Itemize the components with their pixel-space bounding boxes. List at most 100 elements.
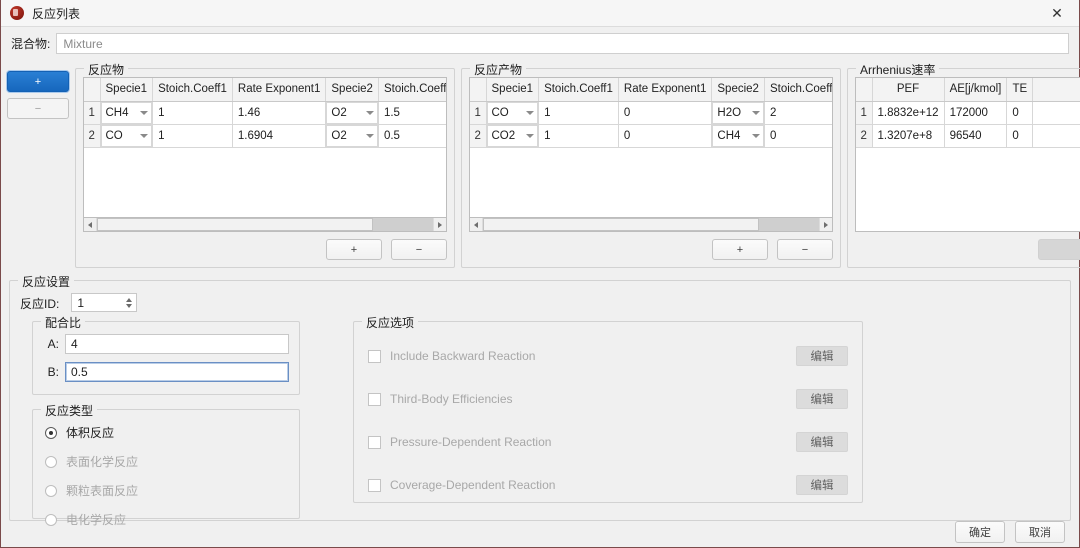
arrhenius-col-1[interactable]: PEF [872, 78, 945, 102]
arrhenius-ae-cell[interactable]: 172000 [944, 101, 1008, 125]
product-rateexp1-cell[interactable]: 0 [618, 101, 713, 125]
radio-icon[interactable] [45, 513, 57, 526]
scroll-right-icon[interactable] [433, 218, 446, 231]
table-row[interactable]: 1 CO 1 0 H2O 2 0 [470, 101, 832, 125]
table-row[interactable]: 1 CH4 1 1.46 O2 1.5 0.5217 [84, 101, 446, 125]
reactant-rateexp1-cell[interactable]: 1.46 [232, 101, 327, 125]
reactant-specie1-cell[interactable]: CO [100, 124, 154, 148]
scroll-thumb[interactable] [97, 218, 373, 231]
arrhenius-te-cell[interactable]: 0 [1006, 124, 1034, 148]
cancel-button[interactable]: 取消 [1015, 521, 1065, 543]
scroll-left-icon[interactable] [84, 218, 97, 231]
product-stoich1-cell[interactable]: 1 [538, 101, 619, 125]
checkbox-icon[interactable] [368, 435, 381, 449]
arrhenius-te-cell[interactable]: 0 [1006, 101, 1034, 125]
reactant-specie2-cell[interactable]: O2 [325, 101, 379, 125]
scroll-left-icon[interactable] [470, 218, 483, 231]
reactants-col-3[interactable]: Rate Exponent1 [232, 78, 327, 102]
arrhenius-table-wrap[interactable]: PEF AE[j/kmol] TE 1 1.8832e+12 172000 0 [855, 77, 1080, 232]
ratio-b-input[interactable]: 0.5 [65, 362, 289, 382]
reactants-hscrollbar[interactable] [83, 218, 447, 232]
products-col-2[interactable]: Stoich.Coeff1 [538, 78, 619, 102]
arrhenius-table[interactable]: PEF AE[j/kmol] TE 1 1.8832e+12 172000 0 [856, 78, 1080, 148]
remove-reaction-button[interactable]: − [7, 98, 69, 119]
chevron-down-icon[interactable] [365, 110, 374, 115]
product-stoich2-cell[interactable]: 0 [764, 124, 832, 148]
reactant-stoich2-cell[interactable]: 0.5 [378, 124, 446, 148]
arrhenius-col-2[interactable]: AE[j/kmol] [944, 78, 1008, 102]
products-col-3[interactable]: Rate Exponent1 [618, 78, 713, 102]
products-table-wrap[interactable]: Specie1 Stoich.Coeff1 Rate Exponent1 Spe… [469, 77, 833, 218]
arrhenius-ae-cell[interactable]: 96540 [944, 124, 1008, 148]
chevron-down-icon[interactable] [140, 110, 149, 115]
edit-backward-button[interactable]: 编辑 [796, 346, 848, 366]
radio-surface-chem[interactable]: 表面化学反应 [45, 453, 289, 470]
add-reactant-button[interactable]: + [326, 239, 382, 260]
remove-product-button[interactable]: − [777, 239, 833, 260]
products-hscrollbar[interactable] [469, 218, 833, 232]
radio-volumetric[interactable]: 体积反应 [45, 424, 289, 441]
add-reaction-button[interactable]: + [7, 71, 69, 92]
product-stoich2-cell[interactable]: 2 [764, 101, 832, 125]
chevron-down-icon[interactable] [365, 133, 374, 138]
stepper-arrows[interactable] [126, 295, 133, 310]
reactants-col-1[interactable]: Specie1 [100, 78, 154, 102]
products-col-4[interactable]: Specie2 [711, 78, 765, 102]
reactants-table[interactable]: Specie1 Stoich.Coeff1 Rate Exponent1 Spe… [84, 78, 446, 148]
products-col-1[interactable]: Specie1 [486, 78, 540, 102]
reactant-stoich1-cell[interactable]: 1 [152, 101, 233, 125]
checkbox-icon[interactable] [368, 478, 381, 492]
products-col-5[interactable]: Stoich.Coeff2 [764, 78, 832, 102]
ok-button[interactable]: 确定 [955, 521, 1005, 543]
chevron-down-icon[interactable] [140, 133, 149, 138]
mixture-input[interactable]: Mixture [56, 33, 1069, 54]
reactants-table-wrap[interactable]: Specie1 Stoich.Coeff1 Rate Exponent1 Spe… [83, 77, 447, 218]
remove-reactant-button[interactable]: − [391, 239, 447, 260]
chevron-down-icon[interactable] [751, 133, 760, 138]
chevron-down-icon[interactable] [526, 110, 535, 115]
reactant-stoich1-cell[interactable]: 1 [152, 124, 233, 148]
product-specie1-cell[interactable]: CO [486, 101, 540, 125]
radio-icon[interactable] [45, 426, 57, 439]
table-row[interactable]: 2 CO 1 1.6904 O2 0.5 1.57 [84, 124, 446, 148]
add-product-button[interactable]: + [712, 239, 768, 260]
product-specie2-cell[interactable]: CH4 [711, 124, 765, 148]
reactant-stoich2-cell[interactable]: 1.5 [378, 101, 446, 125]
arrhenius-pef-cell[interactable]: 1.3207e+8 [872, 124, 945, 148]
reactant-specie2-cell[interactable]: O2 [325, 124, 379, 148]
radio-icon[interactable] [45, 484, 57, 497]
product-stoich1-cell[interactable]: 1 [538, 124, 619, 148]
reaction-id-stepper[interactable]: 1 [71, 293, 138, 312]
edit-pressure-button[interactable]: 编辑 [796, 432, 848, 452]
checkbox-icon[interactable] [368, 349, 381, 363]
scroll-right-icon[interactable] [819, 218, 832, 231]
reactants-col-5[interactable]: Stoich.Coeff2 [378, 78, 446, 102]
edit-third-body-button[interactable]: 编辑 [796, 389, 848, 409]
chevron-down-icon[interactable] [526, 133, 535, 138]
product-specie1-cell[interactable]: CO2 [486, 124, 540, 148]
arrhenius-col-3[interactable]: TE [1006, 78, 1034, 102]
table-row[interactable]: 2 CO2 1 0 CH4 0 0 [470, 124, 832, 148]
stepper-down-icon[interactable] [126, 303, 133, 308]
close-icon[interactable]: ✕ [1035, 0, 1079, 27]
ratio-a-input[interactable]: 4 [65, 334, 289, 354]
arrhenius-action-button[interactable] [1038, 239, 1080, 260]
reactants-col-2[interactable]: Stoich.Coeff1 [152, 78, 233, 102]
reactants-col-4[interactable]: Specie2 [325, 78, 379, 102]
table-row[interactable]: 2 1.3207e+8 96540 0 [856, 124, 1080, 148]
checkbox-icon[interactable] [368, 392, 381, 406]
radio-electrochemical[interactable]: 电化学反应 [45, 511, 289, 528]
arrhenius-pef-cell[interactable]: 1.8832e+12 [872, 101, 945, 125]
scroll-track[interactable] [483, 218, 819, 231]
product-specie2-cell[interactable]: H2O [711, 101, 765, 125]
edit-coverage-button[interactable]: 编辑 [796, 475, 848, 495]
radio-icon[interactable] [45, 455, 57, 468]
reactant-specie1-cell[interactable]: CH4 [100, 101, 154, 125]
reactant-rateexp1-cell[interactable]: 1.6904 [232, 124, 327, 148]
scroll-thumb[interactable] [483, 218, 759, 231]
chevron-down-icon[interactable] [751, 110, 760, 115]
radio-particle-surface[interactable]: 颗粒表面反应 [45, 482, 289, 499]
product-rateexp1-cell[interactable]: 0 [618, 124, 713, 148]
scroll-track[interactable] [97, 218, 433, 231]
table-row[interactable]: 1 1.8832e+12 172000 0 [856, 101, 1080, 125]
